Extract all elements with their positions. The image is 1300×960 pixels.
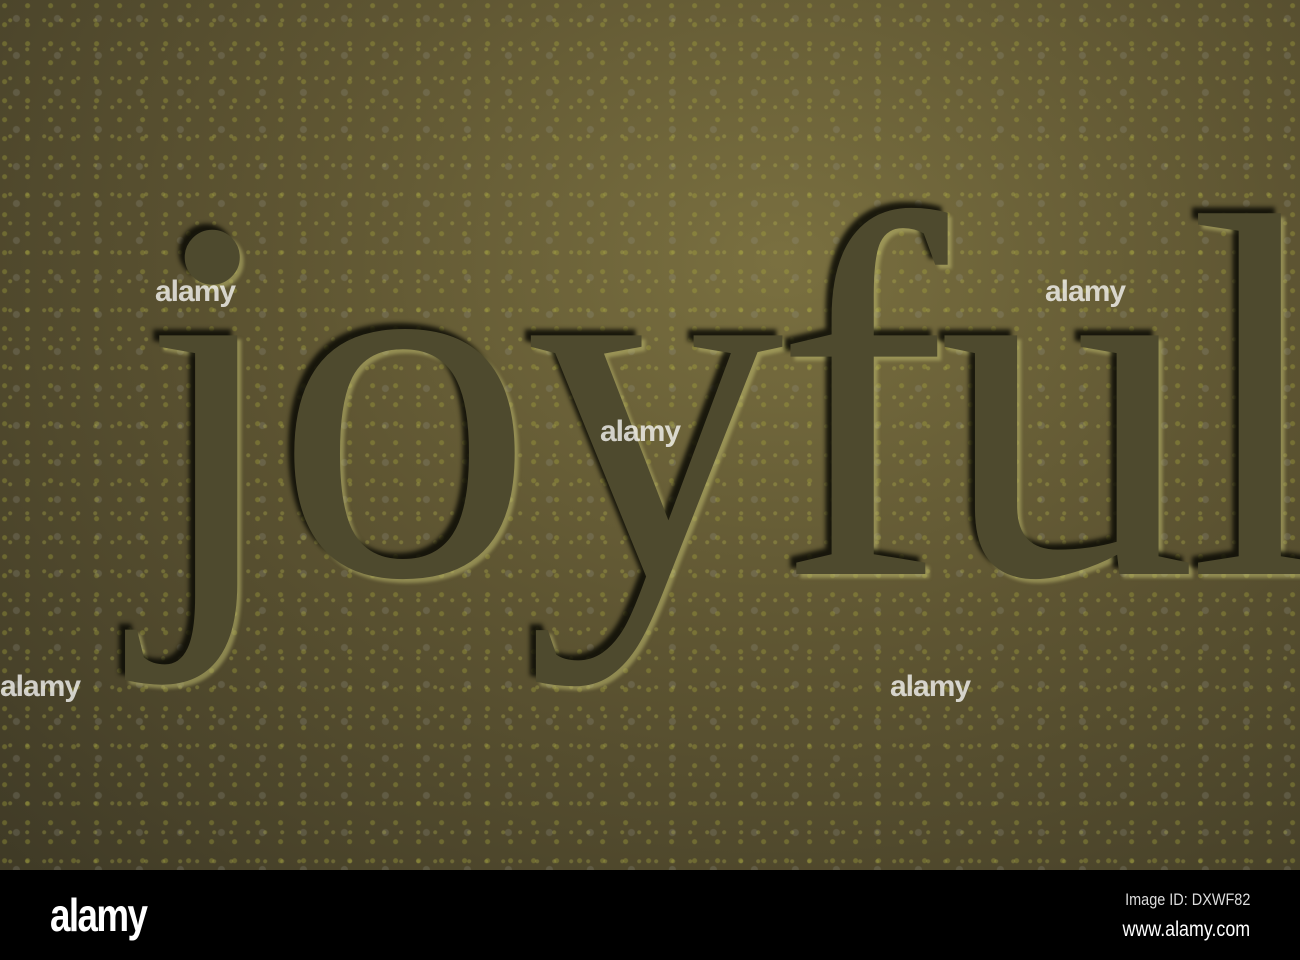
- alamy-logo: alamy: [50, 889, 148, 941]
- watermark: alamy: [1045, 275, 1126, 308]
- watermark: alamy: [890, 670, 971, 703]
- watermark: alamy: [155, 275, 236, 308]
- site-url: www.alamy.com: [1122, 918, 1250, 941]
- stone-photo: joyful alamy alamy alamy alamy alamy: [0, 0, 1300, 870]
- image-id: Image ID: DXWF82: [1124, 890, 1250, 909]
- footer-bar: alamy Image ID: DXWF82 www.alamy.com: [0, 870, 1300, 960]
- carved-word: joyful: [140, 112, 1300, 687]
- watermark: alamy: [0, 670, 81, 703]
- watermark: alamy: [600, 415, 681, 448]
